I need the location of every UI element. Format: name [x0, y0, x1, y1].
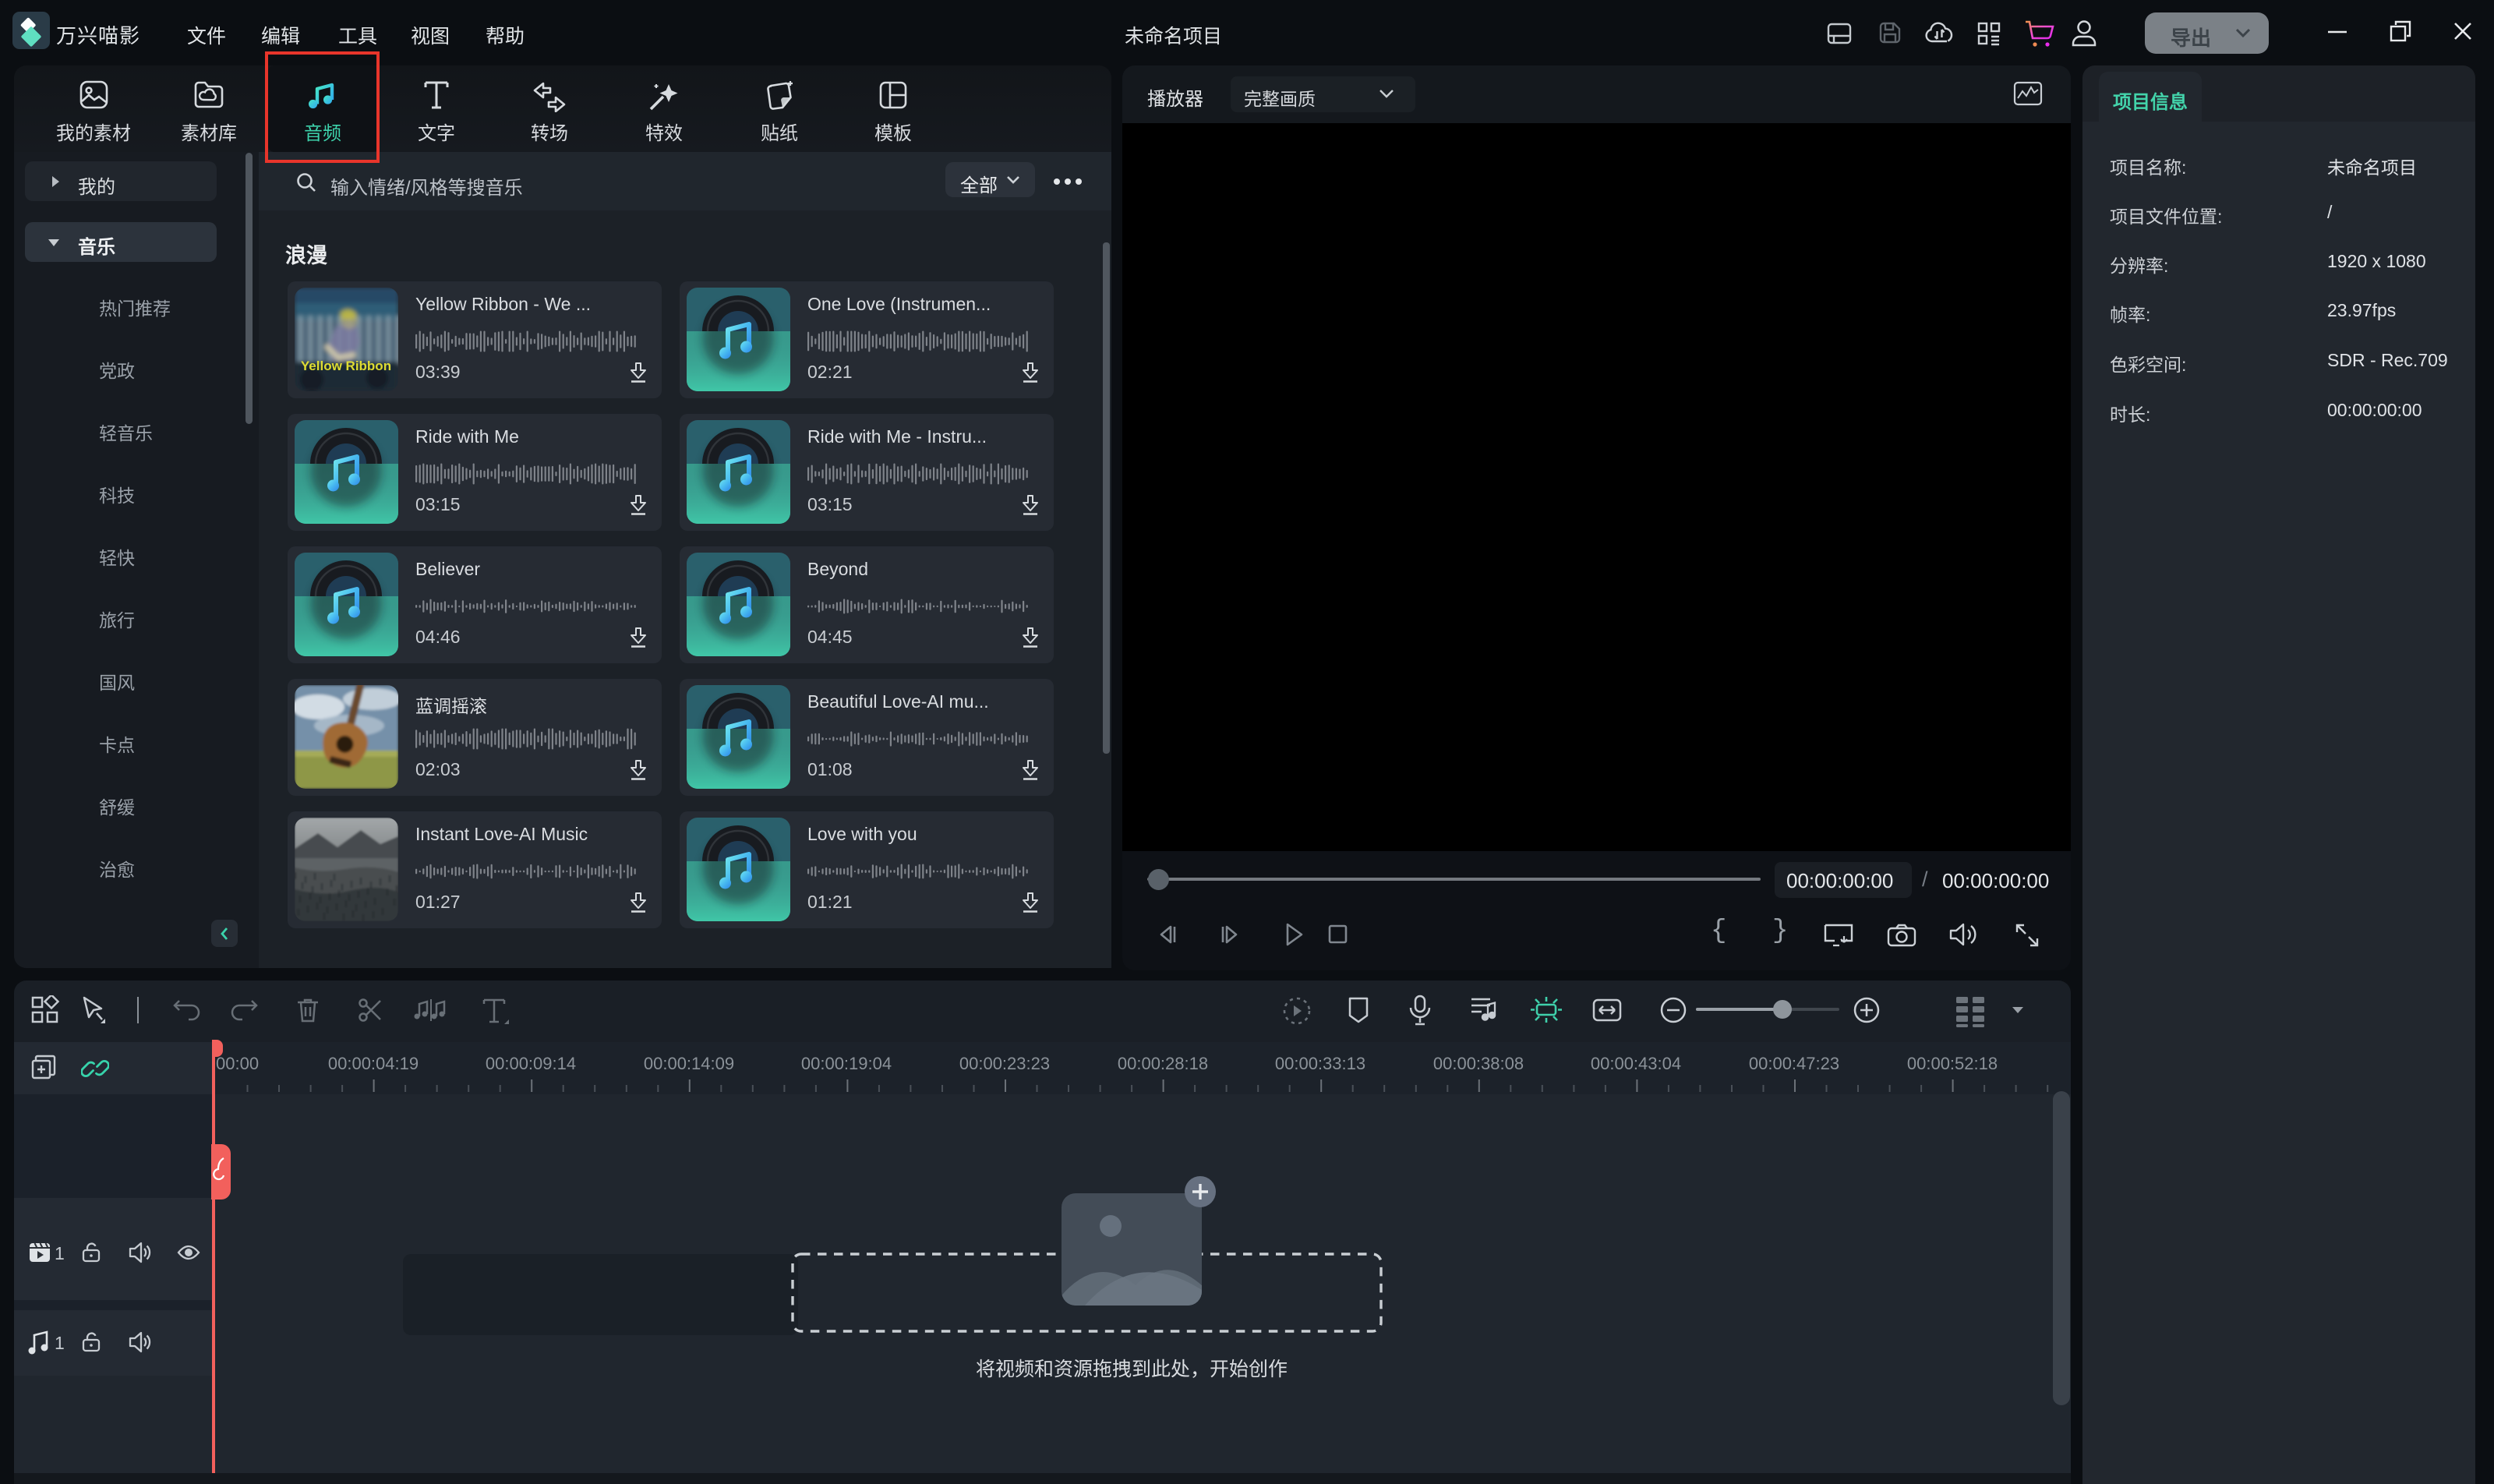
svg-text:Yellow Ribbon: Yellow Ribbon	[301, 359, 391, 373]
